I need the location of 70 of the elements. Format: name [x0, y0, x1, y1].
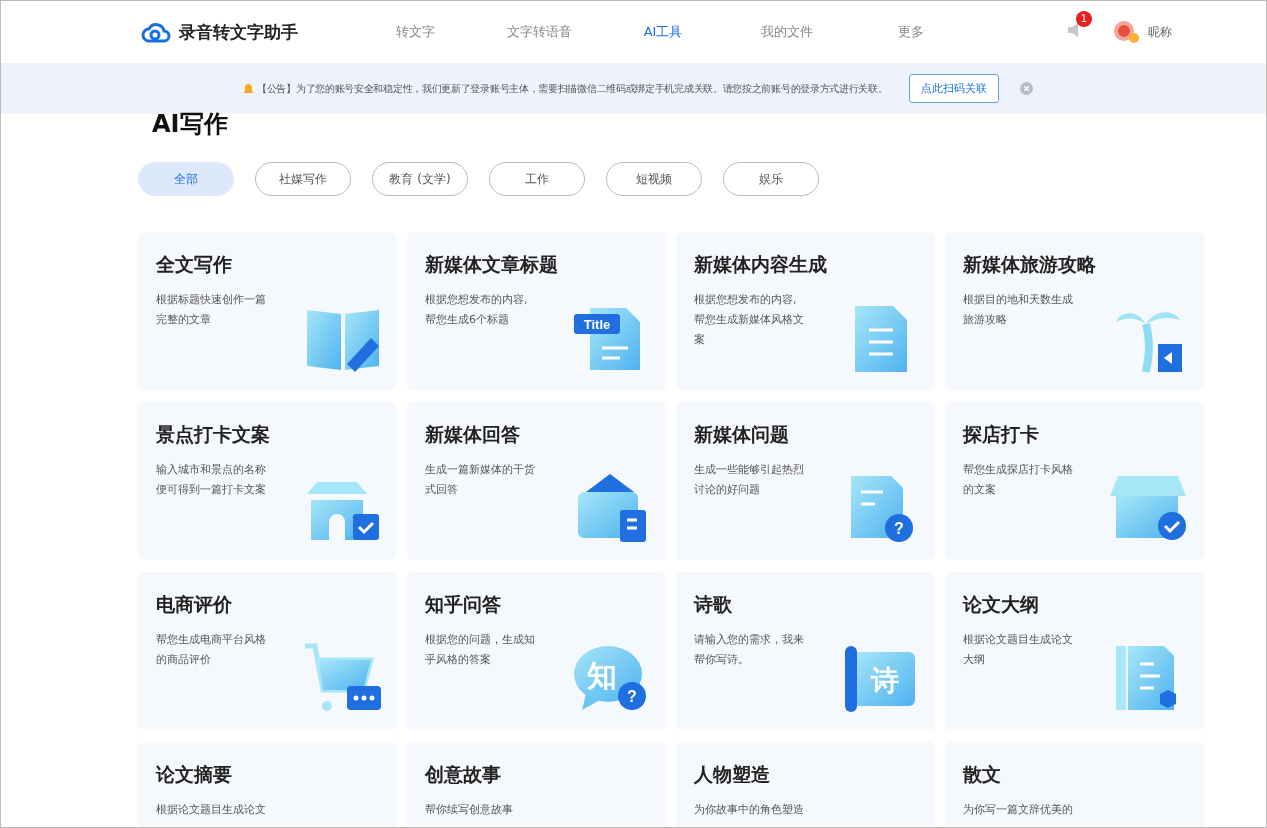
card-title: 论文摘要	[156, 762, 233, 787]
app-logo-title: 录音转文字助手	[179, 20, 298, 44]
card-title: 人物塑造	[694, 762, 771, 787]
nav-link[interactable]: 文字转语音	[477, 23, 601, 41]
tool-card[interactable]: 散文 为你写一篇文辞优美的	[945, 742, 1204, 827]
card-description: 根据您想发布的内容, 帮您生成新媒体风格文 案	[694, 292, 805, 348]
card-description: 输入城市和景点的名称 便可得到一篇打卡文案	[156, 462, 267, 498]
card-description: 根据标题快速创作一篇 完整的文章	[156, 292, 267, 328]
filter-tab[interactable]: 全部	[138, 162, 234, 196]
card-title: 新媒体问题	[694, 422, 790, 447]
close-icon[interactable]	[1019, 82, 1033, 95]
tool-card[interactable]: 创意故事 帮你续写创意故事	[407, 742, 666, 827]
filter-tab[interactable]: 工作	[489, 162, 585, 196]
card-title: 新媒体回答	[425, 422, 521, 447]
section-title: AI写作	[151, 114, 229, 140]
card-description: 根据您想发布的内容, 帮您生成6个标题	[425, 292, 529, 328]
cart-chat-icon	[303, 642, 383, 714]
notice-text: 【公告】为了您的账号安全和稳定性，我们更新了登录账号主体，需要扫描微信二维码或绑定手机完成关联。请您按之前账号的登录方式进行关联。	[257, 81, 888, 96]
nav-link[interactable]: AI工具	[601, 23, 725, 41]
tool-card[interactable]: 知乎问答 根据您的问题，生成知 乎风格的答案 知 ?	[407, 572, 666, 730]
card-title: 创意故事	[425, 762, 502, 787]
card-description: 根据论文题目生成论文	[156, 802, 267, 818]
filter-tab[interactable]: 短视频	[606, 162, 702, 196]
tool-card[interactable]: 论文大纲 根据论文题目生成论文 大纲	[945, 572, 1204, 730]
card-description: 帮您生成探店打卡风格 的文案	[963, 462, 1074, 498]
filter-tab[interactable]: 娱乐	[723, 162, 819, 196]
filter-tab[interactable]: 社媒写作	[255, 162, 351, 196]
card-title: 散文	[963, 762, 1002, 787]
card-description: 请输入您的需求，我来 帮你写诗。	[694, 632, 805, 668]
tool-card[interactable]: 新媒体旅游攻略 根据目的地和天数生成 旅游攻略	[945, 232, 1204, 390]
card-title: 电商评价	[156, 592, 233, 617]
card-title: 景点打卡文案	[156, 422, 271, 447]
card-title: 新媒体旅游攻略	[963, 252, 1097, 277]
tool-card[interactable]: 新媒体问题 生成一些能够引起热烈 讨论的好问题 ?	[676, 402, 935, 560]
card-title: 新媒体内容生成	[694, 252, 828, 277]
card-description: 为你故事中的角色塑造	[694, 802, 805, 818]
cloud-logo-icon	[141, 21, 171, 43]
tool-card[interactable]: 人物塑造 为你故事中的角色塑造	[676, 742, 935, 827]
card-title: 知乎问答	[425, 592, 502, 617]
card-description: 帮您生成电商平台风格 的商品评价	[156, 632, 267, 668]
tool-card[interactable]: 论文摘要 根据论文题目生成论文	[138, 742, 397, 827]
tool-card[interactable]: 新媒体回答 生成一篇新媒体的干货 式回答	[407, 402, 666, 560]
card-description: 为你写一篇文辞优美的	[963, 802, 1074, 818]
card-title: 探店打卡	[963, 422, 1040, 447]
tool-card[interactable]: 新媒体文章标题 根据您想发布的内容, 帮您生成6个标题 Title	[407, 232, 666, 390]
avatar-icon[interactable]	[1112, 19, 1142, 45]
tool-card[interactable]: 探店打卡 帮您生成探店打卡风格 的文案	[945, 402, 1204, 560]
tool-card[interactable]: 新媒体内容生成 根据您想发布的内容, 帮您生成新媒体风格文 案	[676, 232, 935, 390]
tool-card[interactable]: 电商评价 帮您生成电商平台风格 的商品评价	[138, 572, 397, 730]
card-title: 诗歌	[694, 592, 733, 617]
nav-link[interactable]: 转文字	[353, 23, 477, 41]
card-description: 帮你续写创意故事	[425, 802, 514, 818]
filter-tab[interactable]: 教育 (文学)	[372, 162, 468, 196]
card-description: 生成一篇新媒体的干货 式回答	[425, 462, 536, 498]
card-title: 全文写作	[156, 252, 233, 277]
nav-link[interactable]: 更多	[849, 23, 973, 41]
card-description: 根据您的问题，生成知 乎风格的答案	[425, 632, 536, 668]
card-title: 论文大纲	[963, 592, 1040, 617]
tool-card[interactable]: 全文写作 根据标题快速创作一篇 完整的文章	[138, 232, 397, 390]
username[interactable]: 昵称	[1148, 23, 1172, 41]
tool-card[interactable]: 诗歌 请输入您的需求，我来 帮你写诗。 诗	[676, 572, 935, 730]
tool-card[interactable]: 景点打卡文案 输入城市和景点的名称 便可得到一篇打卡文案	[138, 402, 397, 560]
nav-link[interactable]: 我的文件	[725, 23, 849, 41]
card-description: 生成一些能够引起热烈 讨论的好问题	[694, 462, 805, 498]
card-title: 新媒体文章标题	[425, 252, 559, 277]
scan-link-button[interactable]: 点此扫码关联	[908, 74, 999, 103]
card-description: 根据目的地和天数生成 旅游攻略	[963, 292, 1074, 328]
notification-badge: 1	[1076, 11, 1092, 27]
bell-icon	[243, 82, 254, 95]
card-description: 根据论文题目生成论文 大纲	[963, 632, 1074, 668]
